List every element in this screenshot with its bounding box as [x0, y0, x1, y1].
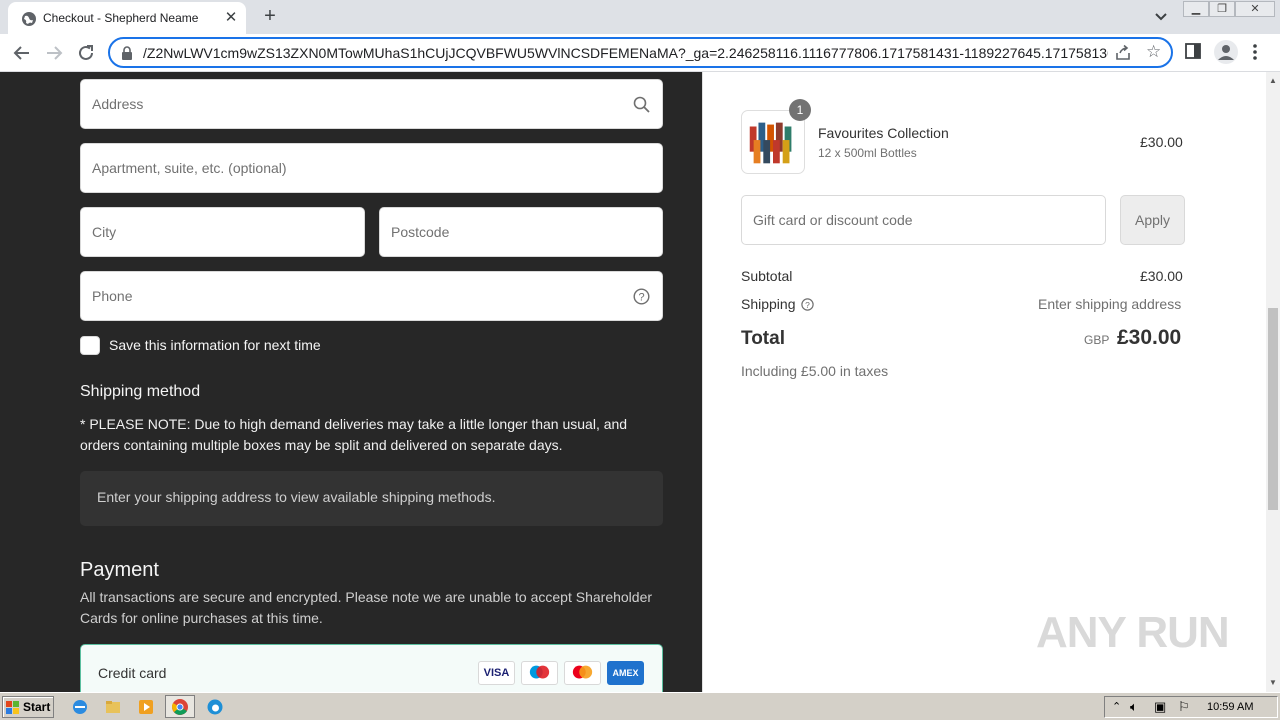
media-player-icon[interactable]: [137, 698, 155, 716]
minimize-button[interactable]: ▁: [1183, 1, 1209, 17]
side-panel-icon[interactable]: [1184, 42, 1202, 60]
bookmark-star-icon[interactable]: ☆: [1146, 42, 1161, 62]
folder-icon[interactable]: [104, 698, 122, 716]
payment-heading: Payment: [80, 559, 159, 581]
postcode-placeholder: Postcode: [391, 224, 450, 240]
edge-icon[interactable]: [206, 698, 224, 716]
product-price: £30.00: [1140, 134, 1183, 150]
apply-discount-button[interactable]: Apply: [1120, 195, 1185, 245]
city-input[interactable]: City: [80, 207, 365, 257]
credit-card-option[interactable]: Credit card VISA AMEX: [80, 644, 663, 692]
save-info-label: Save this information for next time: [109, 337, 321, 353]
subtotal-label: Subtotal: [741, 268, 793, 284]
visa-card-icon: VISA: [478, 661, 515, 685]
checkout-form-panel: Address Apartment, suite, etc. (optional…: [0, 72, 702, 692]
start-label: Start: [23, 700, 51, 714]
scroll-down-icon[interactable]: ▼: [1269, 678, 1277, 687]
phone-input[interactable]: Phone ?: [80, 271, 663, 321]
person-icon: [1218, 45, 1234, 60]
share-icon[interactable]: [1114, 44, 1132, 62]
discount-code-input[interactable]: Gift card or discount code: [741, 195, 1106, 245]
currency-code: GBP: [1084, 333, 1110, 347]
shipping-note: * PLEASE NOTE: Due to high demand delive…: [80, 416, 628, 453]
scroll-up-icon[interactable]: ▲: [1269, 76, 1277, 85]
speaker-icon[interactable]: 🔈︎: [1130, 699, 1138, 715]
postcode-input[interactable]: Postcode: [379, 207, 663, 257]
page-scrollbar[interactable]: ▲ ▼: [1266, 72, 1280, 692]
product-name: Favourites Collection: [818, 125, 949, 141]
subtotal-value: £30.00: [1140, 268, 1183, 284]
svg-text:?: ?: [638, 292, 644, 304]
chrome-taskbar-button[interactable]: [165, 695, 195, 718]
browser-tab[interactable]: Checkout - Shepherd Neame ✕: [8, 2, 246, 34]
address-input[interactable]: Address: [80, 79, 663, 129]
profile-avatar[interactable]: [1214, 40, 1238, 64]
chevron-up-icon[interactable]: ⌃: [1112, 700, 1121, 713]
start-button[interactable]: Start: [2, 696, 54, 718]
browser-tab-strip: Checkout - Shepherd Neame ✕ + ▁ ❐ ✕: [0, 0, 1280, 34]
tab-title: Checkout - Shepherd Neame: [43, 11, 199, 25]
shipping-label: Shipping: [741, 296, 796, 312]
discount-placeholder: Gift card or discount code: [753, 212, 913, 228]
svg-text:?: ?: [805, 300, 810, 310]
back-icon[interactable]: [10, 41, 34, 65]
order-summary-panel: 1 Favourites Collection 12 x 500ml Bottl…: [702, 72, 1266, 692]
save-info-checkbox[interactable]: [80, 336, 100, 355]
flag-icon[interactable]: ⚐: [1178, 699, 1190, 715]
scrollbar-thumb[interactable]: [1268, 308, 1278, 510]
product-variant: 12 x 500ml Bottles: [818, 146, 917, 160]
help-icon[interactable]: ?: [633, 288, 650, 305]
close-window-button[interactable]: ✕: [1235, 1, 1275, 17]
search-icon: [633, 96, 650, 113]
globe-icon: [22, 12, 36, 26]
quantity-badge: 1: [789, 99, 811, 121]
help-icon[interactable]: ?: [801, 298, 814, 311]
restore-button[interactable]: ❐: [1209, 1, 1235, 17]
url-text[interactable]: /Z2NwLWV1cm9wZS13ZXN0MTowMUhaS1hCUjJCQVB…: [143, 45, 1108, 61]
shipping-value: Enter shipping address: [1038, 296, 1182, 312]
chevron-down-icon[interactable]: [1150, 7, 1172, 27]
maestro-card-icon: [521, 661, 558, 685]
reload-icon[interactable]: [74, 41, 98, 65]
amex-card-icon: AMEX: [607, 661, 644, 685]
phone-placeholder: Phone: [92, 288, 133, 304]
internet-explorer-icon[interactable]: [71, 698, 89, 716]
network-icon[interactable]: ▣: [1154, 699, 1166, 715]
chrome-icon: [172, 699, 188, 715]
windows-flag-icon: [6, 701, 19, 714]
city-placeholder: City: [92, 224, 117, 240]
address-placeholder: Address: [92, 96, 144, 112]
payment-note: All transactions are secure and encrypte…: [80, 589, 653, 626]
system-tray: ⌃ 🔈︎ ▣ ⚐ 10:59 AM: [1104, 696, 1278, 718]
browser-toolbar: /Z2NwLWV1cm9wZS13ZXN0MTowMUhaS1hCUjJCQVB…: [0, 34, 1280, 72]
windows-taskbar: Start ⌃ 🔈︎ ▣ ⚐ 10:59 AM: [0, 692, 1280, 720]
shipping-methods-placeholder-box: Enter your shipping address to view avai…: [80, 471, 663, 526]
anyrun-watermark: ANY RUN: [1036, 608, 1230, 657]
shipping-method-heading: Shipping method: [80, 383, 201, 400]
clock[interactable]: 10:59 AM: [1207, 701, 1253, 713]
total-value: £30.00: [1117, 326, 1182, 349]
apartment-placeholder: Apartment, suite, etc. (optional): [92, 160, 287, 176]
close-tab-icon[interactable]: ✕: [222, 9, 240, 27]
mastercard-card-icon: [564, 661, 601, 685]
total-label: Total: [741, 328, 785, 349]
lock-icon[interactable]: [120, 46, 134, 60]
credit-card-label: Credit card: [98, 665, 167, 681]
checkout-page: Address Apartment, suite, etc. (optional…: [0, 72, 1280, 692]
address-bar[interactable]: /Z2NwLWV1cm9wZS13ZXN0MTowMUhaS1hCUjJCQVB…: [108, 37, 1173, 68]
shipping-placeholder-text: Enter your shipping address to view avai…: [97, 489, 496, 505]
apartment-input[interactable]: Apartment, suite, etc. (optional): [80, 143, 663, 193]
forward-icon[interactable]: [42, 41, 66, 65]
tax-note: Including £5.00 in taxes: [741, 363, 889, 379]
new-tab-button[interactable]: +: [259, 6, 281, 28]
menu-dots-icon[interactable]: [1250, 42, 1260, 62]
